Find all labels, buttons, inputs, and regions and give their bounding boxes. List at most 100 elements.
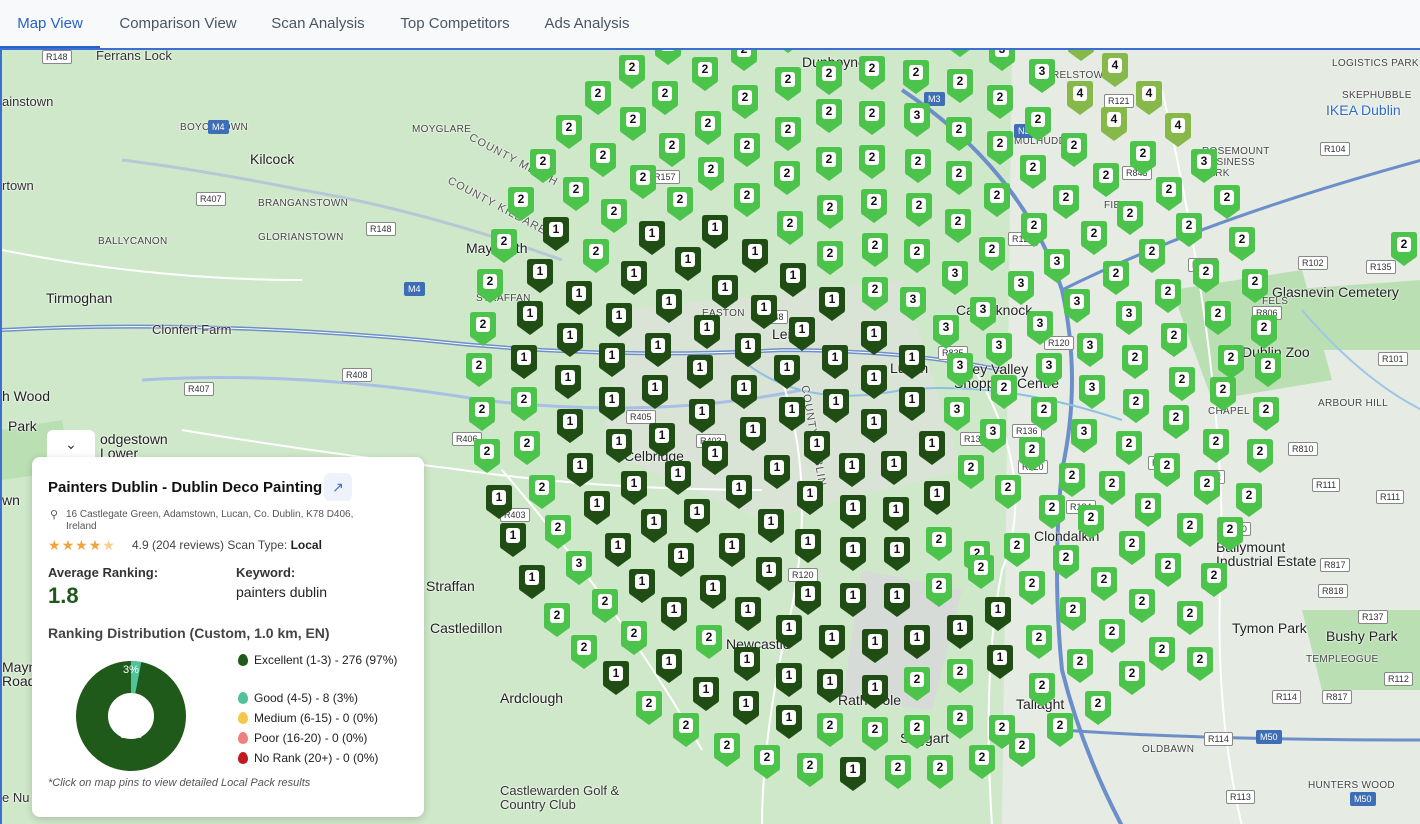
ranking-pin[interactable]: 2 — [585, 81, 611, 115]
ranking-pin[interactable]: 2 — [696, 625, 722, 659]
ranking-pin[interactable]: 1 — [740, 417, 766, 451]
ranking-pin[interactable]: 2 — [1169, 367, 1195, 401]
tab-scan-analysis[interactable]: Scan Analysis — [262, 0, 374, 48]
ranking-pin[interactable]: 1 — [819, 287, 845, 321]
ranking-pin[interactable]: 2 — [1061, 133, 1087, 167]
ranking-pin[interactable]: 2 — [470, 312, 496, 346]
ranking-pin[interactable]: 3 — [1064, 289, 1090, 323]
ranking-pin[interactable]: 1 — [527, 259, 553, 293]
ranking-pin[interactable]: 1 — [804, 431, 830, 465]
ranking-pin[interactable]: 2 — [1059, 463, 1085, 497]
ranking-pin[interactable]: 3 — [1191, 149, 1217, 183]
ranking-pin[interactable]: 2 — [1187, 647, 1213, 681]
ranking-pin[interactable]: 3 — [1079, 375, 1105, 409]
ranking-pin[interactable]: 1 — [776, 615, 802, 649]
ranking-pin[interactable]: 1 — [776, 705, 802, 739]
ranking-pin[interactable]: 2 — [1117, 201, 1143, 235]
ranking-pin[interactable]: 2 — [1217, 517, 1243, 551]
ranking-pin[interactable]: 1 — [700, 575, 726, 609]
ranking-pin[interactable]: 1 — [606, 303, 632, 337]
tab-top-competitors[interactable]: Top Competitors — [390, 0, 520, 48]
ranking-pin[interactable]: 2 — [695, 111, 721, 145]
ranking-pin[interactable]: 2 — [1210, 377, 1236, 411]
ranking-pin[interactable]: 2 — [1099, 619, 1125, 653]
ranking-pin[interactable]: 1 — [884, 583, 910, 617]
tab-comparison-view[interactable]: Comparison View — [108, 0, 248, 48]
ranking-pin[interactable]: 1 — [764, 455, 790, 489]
ranking-pin[interactable]: 2 — [927, 755, 953, 789]
ranking-pin[interactable]: 2 — [947, 705, 973, 739]
ranking-pin[interactable]: 2 — [601, 199, 627, 233]
ranking-pin[interactable]: 1 — [603, 661, 629, 695]
ranking-pin[interactable]: 1 — [756, 557, 782, 591]
ranking-pin[interactable]: 4 — [1101, 107, 1127, 141]
ranking-pin[interactable]: 1 — [687, 355, 713, 389]
ranking-pin[interactable]: 2 — [1099, 471, 1125, 505]
ranking-pin[interactable]: 2 — [1253, 397, 1279, 431]
ranking-pin[interactable]: 2 — [1251, 315, 1277, 349]
ranking-pin[interactable]: 2 — [1116, 431, 1142, 465]
ranking-pin[interactable]: 2 — [947, 50, 973, 57]
ranking-pin[interactable]: 2 — [1029, 673, 1055, 707]
ranking-pin[interactable]: 1 — [555, 365, 581, 399]
ranking-pin[interactable]: 2 — [1020, 155, 1046, 189]
ranking-pin[interactable]: 3 — [942, 261, 968, 295]
ranking-pin[interactable]: 2 — [984, 183, 1010, 217]
ranking-pin[interactable]: 2 — [590, 143, 616, 177]
ranking-pin[interactable]: 4 — [1067, 81, 1093, 115]
ranking-pin[interactable]: 2 — [659, 133, 685, 167]
ranking-pin[interactable]: 2 — [946, 117, 972, 151]
ranking-pin[interactable]: 1 — [924, 481, 950, 515]
ranking-pin[interactable]: 1 — [511, 345, 537, 379]
ranking-pin[interactable]: 2 — [1053, 185, 1079, 219]
ranking-pin[interactable]: 2 — [592, 589, 618, 623]
ranking-pin[interactable]: 1 — [883, 497, 909, 531]
ranking-pin[interactable]: 2 — [862, 233, 888, 267]
ranking-pin[interactable]: 2 — [968, 555, 994, 589]
ranking-pin[interactable]: 2 — [859, 145, 885, 179]
ranking-pin[interactable]: 3 — [1008, 271, 1034, 305]
ranking-pin[interactable]: 1 — [656, 649, 682, 683]
ranking-pin[interactable]: 3 — [980, 419, 1006, 453]
ranking-pin[interactable]: 1 — [656, 289, 682, 323]
ranking-pin[interactable]: 1 — [734, 647, 760, 681]
ranking-pin[interactable]: 1 — [862, 629, 888, 663]
ranking-pin[interactable]: 2 — [1139, 239, 1165, 273]
ranking-pin[interactable]: 1 — [557, 409, 583, 443]
ranking-pin[interactable]: 3 — [1036, 353, 1062, 387]
ranking-pin[interactable]: 1 — [751, 295, 777, 329]
ranking-pin[interactable]: 2 — [529, 475, 555, 509]
ranking-pin[interactable]: 2 — [905, 48, 931, 49]
ranking-pin[interactable]: 2 — [1019, 437, 1045, 471]
ranking-pin[interactable]: 2 — [861, 189, 887, 223]
ranking-pin[interactable]: 2 — [1161, 323, 1187, 357]
ranking-pin[interactable]: 1 — [987, 645, 1013, 679]
ranking-pin[interactable]: 1 — [642, 375, 668, 409]
ranking-pin[interactable]: 2 — [514, 431, 540, 465]
ranking-pin[interactable]: 2 — [652, 81, 678, 115]
ranking-pin[interactable]: 2 — [1039, 495, 1065, 529]
ranking-pin[interactable]: 1 — [779, 397, 805, 431]
ranking-pin[interactable]: 3 — [933, 315, 959, 349]
ranking-pin[interactable]: 2 — [714, 733, 740, 767]
ranking-pin[interactable]: 1 — [881, 451, 907, 485]
ranking-pin[interactable]: 2 — [1021, 213, 1047, 247]
ranking-pin[interactable]: 2 — [777, 211, 803, 245]
ranking-pin[interactable]: 3 — [1027, 311, 1053, 345]
ranking-pin[interactable]: 2 — [1218, 345, 1244, 379]
ranking-pin[interactable]: 2 — [563, 177, 589, 211]
ranking-pin[interactable]: 2 — [698, 157, 724, 191]
ranking-pin[interactable]: 2 — [859, 56, 885, 90]
ranking-pin[interactable]: 1 — [661, 597, 687, 631]
ranking-pin[interactable]: 1 — [675, 247, 701, 281]
ranking-pin[interactable]: 1 — [621, 261, 647, 295]
ranking-pin[interactable]: 2 — [1163, 405, 1189, 439]
ranking-pin[interactable]: 2 — [904, 667, 930, 701]
ranking-pin[interactable]: 2 — [667, 187, 693, 221]
ranking-pin[interactable]: 2 — [905, 149, 931, 183]
ranking-pin[interactable]: 1 — [919, 431, 945, 465]
ranking-pin[interactable]: 1 — [774, 355, 800, 389]
ranking-pin[interactable]: 1 — [649, 423, 675, 457]
ranking-pin[interactable]: 2 — [816, 147, 842, 181]
ranking-pin[interactable]: 2 — [1154, 453, 1180, 487]
